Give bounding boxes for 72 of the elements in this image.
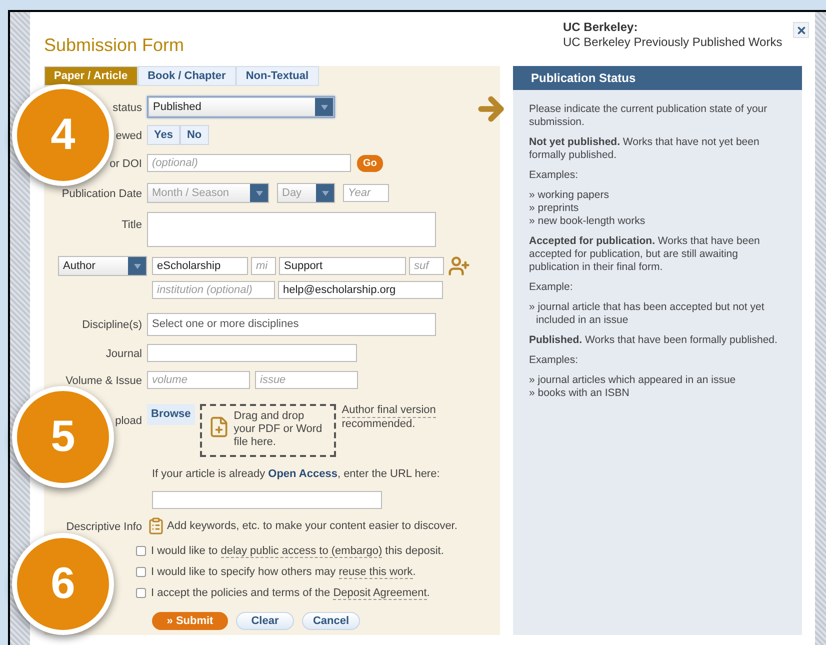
open-access-text: If your article is already Open Access, enter the URL here:	[152, 468, 440, 480]
url-field[interactable]	[152, 491, 382, 509]
disciplines-field[interactable]: Select one or more disciplines	[147, 312, 436, 336]
browse-button[interactable]: Browse	[147, 404, 195, 425]
help-text: Accepted for publication. Works that have been accepted for publication, but are still awaiting publication in their final form.	[529, 235, 761, 274]
checkbox-label: I would like to delay public access to (embargo) this deposit.	[151, 544, 444, 560]
recommended-note: recommended.	[342, 418, 416, 431]
caret-icon	[250, 184, 268, 202]
toggle-option[interactable]: No	[180, 125, 209, 145]
caret-icon	[316, 184, 334, 202]
example-item: » preprints	[529, 202, 580, 215]
terms-link[interactable]: delay public access to (embargo)	[220, 544, 382, 558]
volume-field[interactable]: volume	[147, 371, 250, 389]
year-field[interactable]: Year	[343, 184, 389, 202]
checkbox[interactable]	[136, 567, 146, 577]
panel-title: Publication Status	[531, 70, 636, 87]
drop-text: Drag and drop your PDF or Word file here.	[234, 410, 324, 449]
doi-field[interactable]: (optional)	[147, 154, 351, 172]
close-button[interactable]	[793, 22, 809, 38]
terms-link[interactable]: reuse this work	[338, 566, 413, 579]
field-label: Publication Date	[62, 188, 142, 200]
example-item: » journal articles which appeared in an issue	[529, 374, 737, 387]
close-icon	[796, 24, 806, 36]
checkbox-label: I would like to specify how others may reuse this work.	[151, 564, 416, 580]
toggle-option[interactable]: Yes	[147, 125, 180, 145]
help-text: Examples:	[529, 354, 580, 367]
help-text: Not yet published. Works that have not yet been formally published.	[529, 136, 760, 162]
journal-field[interactable]	[147, 344, 357, 362]
field-label: Title	[122, 219, 142, 231]
field-label: ewed	[116, 130, 142, 142]
role-dropdown[interactable]: Author	[58, 256, 147, 276]
checkbox[interactable]	[136, 588, 146, 598]
form-button[interactable]: Clear	[236, 612, 294, 630]
field-label: Descriptive Info	[66, 521, 142, 533]
help-text: Example:	[529, 281, 574, 294]
checkbox-label: I accept the policies and terms of the Deposit Agreement.	[151, 586, 430, 602]
last-name-field[interactable]: Support	[279, 257, 406, 275]
author-version-link[interactable]: Author final version	[342, 404, 436, 418]
example-item: » books with an ISBN	[529, 387, 630, 400]
field-label: Discipline(s)	[82, 319, 142, 331]
first-name-field[interactable]: eScholarship	[152, 257, 248, 275]
tab[interactable]: Book / Chapter	[138, 66, 236, 86]
series-name: UC Berkeley Previously Published Works	[563, 35, 784, 50]
field-label: Journal	[106, 348, 142, 360]
terms-link[interactable]: Deposit Agreement	[333, 586, 427, 600]
help-text: Please indicate the current publication state of your submission.	[529, 103, 768, 129]
status-dropdown[interactable]: Published	[148, 97, 334, 117]
caret-icon	[315, 98, 333, 116]
tab[interactable]: Non-Textual	[236, 66, 319, 86]
unit-name: UC Berkeley:	[563, 20, 639, 35]
add-info-icon[interactable]	[147, 517, 165, 535]
example-item: » new book-length works	[529, 215, 646, 228]
example-item: » working papers	[529, 189, 610, 202]
field-label: pload	[115, 415, 142, 427]
middle-initial-field[interactable]: mi	[251, 257, 276, 275]
form-button[interactable]: Cancel	[302, 612, 360, 630]
caret-icon	[128, 257, 146, 275]
suffix-field[interactable]: suf	[409, 257, 444, 275]
form-title: Submission Form	[44, 35, 184, 55]
title-field[interactable]	[147, 212, 436, 247]
field-label: Volume & Issue	[66, 375, 142, 387]
descriptive-text: Add keywords, etc. to make your content easier to discover.	[167, 518, 458, 534]
example-item: » journal article that has been accepted but not yet included in an issue	[529, 301, 766, 327]
checkbox[interactable]	[136, 546, 146, 556]
issue-field[interactable]: issue	[255, 371, 358, 389]
email-field[interactable]: help@escholarship.org	[278, 281, 443, 299]
field-label: status	[112, 102, 142, 114]
add-author-icon[interactable]	[448, 255, 470, 277]
help-text: Published. Works that have been formally published.	[529, 334, 778, 347]
institution-field[interactable]: institution (optional)	[152, 281, 275, 299]
drop-zone[interactable]: Drag and drop your PDF or Word file here.	[200, 404, 336, 457]
help-text: Examples:	[529, 169, 580, 182]
